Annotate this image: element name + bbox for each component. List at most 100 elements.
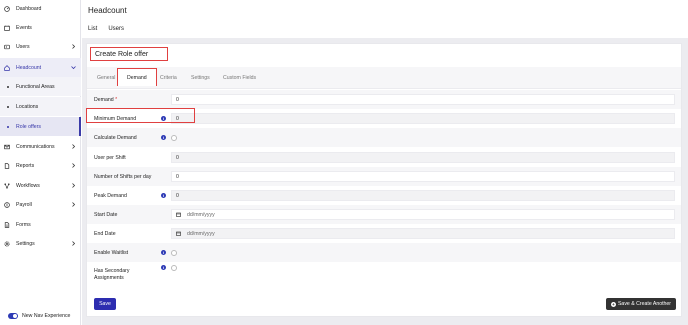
- enable-waitlist-label: Enable Waitlist: [94, 249, 129, 256]
- form-row-demand: Demand * 0: [87, 90, 681, 109]
- sidebar-item-label: Headcount: [16, 64, 42, 71]
- minimum-demand-highlight: [86, 108, 195, 123]
- new-nav-toggle-row: New Nav Experience: [8, 313, 70, 319]
- page-title: Headcount: [88, 6, 127, 15]
- start-date-input[interactable]: dd/mm/yyyy: [171, 209, 675, 220]
- sidebar-item-users[interactable]: Users: [0, 37, 81, 56]
- form-row-secondary-assignments: Has Secondary Assignments i: [87, 262, 681, 287]
- enable-waitlist-checkbox[interactable]: [171, 249, 177, 256]
- sidebar-item-label: Settings: [16, 240, 35, 247]
- sidebar-subitem-functional-areas[interactable]: Functional Areas: [0, 77, 81, 96]
- chevron-right-icon: [70, 183, 76, 189]
- start-date-label: Start Date: [94, 211, 118, 218]
- document-icon: [4, 162, 10, 169]
- required-marker: *: [115, 96, 118, 103]
- sidebar-item-settings[interactable]: Settings: [0, 234, 81, 253]
- user-per-shift-input[interactable]: 0: [171, 152, 675, 163]
- new-nav-toggle-label: New Nav Experience: [22, 313, 71, 319]
- sidebar-item-label: Dashboard: [16, 5, 42, 12]
- shifts-per-day-input[interactable]: 0: [171, 171, 675, 182]
- main-content: Headcount List Users Create Role offer G…: [82, 0, 688, 325]
- save-button[interactable]: Save: [94, 298, 116, 310]
- save-and-create-another-label: Save & Create Another: [617, 301, 672, 307]
- sidebar-item-headcount[interactable]: Headcount: [0, 58, 81, 77]
- calendar-icon: [176, 212, 181, 217]
- bullet-icon: [7, 85, 9, 88]
- form-row-peak-demand: Peak Demand i 0: [87, 186, 681, 205]
- info-icon[interactable]: i: [161, 193, 166, 198]
- plus-icon: +: [610, 301, 616, 307]
- peak-demand-input[interactable]: 0: [171, 190, 675, 201]
- sidebar-item-workflows[interactable]: Workflows: [0, 176, 81, 195]
- form-row-enable-waitlist: Enable Waitlist i: [87, 243, 681, 262]
- tab-settings[interactable]: Settings: [191, 75, 210, 81]
- sidebar-subitem-label: Functional Areas: [16, 83, 55, 90]
- end-date-input[interactable]: dd/mm/yyyy: [171, 228, 675, 239]
- chevron-right-icon: [70, 144, 76, 150]
- tab-criteria[interactable]: Criteria: [160, 75, 177, 81]
- sidebar-item-forms[interactable]: Forms: [0, 215, 81, 234]
- info-icon[interactable]: i: [161, 265, 166, 270]
- payroll-icon: [4, 201, 10, 208]
- sidebar-item-communications[interactable]: Communications: [0, 137, 81, 156]
- end-date-placeholder: dd/mm/yyyy: [187, 230, 215, 237]
- sidebar-item-label: Forms: [16, 221, 31, 228]
- secondary-assignments-checkbox[interactable]: [171, 265, 177, 271]
- gear-icon: [4, 240, 10, 247]
- users-icon: [4, 44, 10, 50]
- top-tabs: List Users: [88, 26, 124, 32]
- tab-list[interactable]: List: [88, 26, 97, 32]
- headcount-icon: [4, 64, 10, 71]
- chevron-right-icon: [70, 44, 76, 50]
- form-row-shifts-per-day: Number of Shifts per day 0: [87, 167, 681, 186]
- peak-demand-label: Peak Demand: [94, 192, 127, 199]
- new-nav-toggle[interactable]: [8, 313, 18, 319]
- demand-input[interactable]: 0: [171, 94, 675, 105]
- sidebar-subitem-role-offers[interactable]: Role offers: [0, 117, 81, 136]
- sidebar-item-label: Payroll: [16, 201, 32, 208]
- calculate-demand-label: Calculate Demand: [94, 134, 137, 141]
- role-offer-card: Create Role offer General Demand Criteri…: [86, 43, 682, 317]
- chevron-right-icon: [70, 241, 76, 247]
- sidebar-item-reports[interactable]: Reports: [0, 156, 81, 175]
- chevron-right-icon: [70, 202, 76, 208]
- form-icon: [4, 221, 10, 228]
- form-row-user-per-shift: User per Shift 0: [87, 148, 681, 167]
- bullet-icon: [7, 125, 9, 128]
- sidebar-item-payroll[interactable]: Payroll: [0, 195, 81, 214]
- dashboard-icon: [4, 5, 10, 12]
- info-icon[interactable]: i: [161, 135, 166, 140]
- user-per-shift-label: User per Shift: [94, 154, 126, 161]
- start-date-placeholder: dd/mm/yyyy: [187, 211, 215, 218]
- tab-general[interactable]: General: [97, 75, 115, 81]
- sidebar-subitem-label: Locations: [16, 103, 39, 110]
- bullet-icon: [7, 105, 9, 108]
- calendar-icon: [176, 231, 181, 236]
- form-row-calculate-demand: Calculate Demand i: [87, 128, 681, 147]
- minimum-demand-input[interactable]: 0: [171, 113, 675, 124]
- sidebar-item-events[interactable]: Events: [0, 18, 81, 37]
- tab-demand[interactable]: Demand: [127, 75, 147, 81]
- save-and-create-another-button[interactable]: + Save & Create Another: [606, 298, 676, 310]
- form-row-end-date: End Date dd/mm/yyyy: [87, 224, 681, 243]
- sidebar-subitem-label: Role offers: [16, 123, 41, 130]
- card-title: Create Role offer: [95, 51, 149, 58]
- tab-custom-fields[interactable]: Custom Fields: [223, 75, 256, 81]
- end-date-label: End Date: [94, 230, 116, 237]
- sidebar-item-dashboard[interactable]: Dashboard: [0, 0, 81, 18]
- form-row-start-date: Start Date dd/mm/yyyy: [87, 205, 681, 224]
- tab-users[interactable]: Users: [108, 26, 124, 32]
- info-icon[interactable]: i: [161, 250, 166, 255]
- sidebar-item-label: Communications: [16, 143, 55, 150]
- demand-label: Demand *: [94, 96, 118, 103]
- sidebar: Dashboard Events Users Headcount Functio…: [0, 0, 81, 325]
- workflow-icon: [4, 182, 10, 189]
- sidebar-item-label: Events: [16, 24, 32, 31]
- sidebar-subitem-locations[interactable]: Locations: [0, 97, 81, 116]
- mail-icon: [4, 144, 10, 150]
- sidebar-item-label: Reports: [16, 162, 35, 169]
- toggle-knob: [13, 314, 17, 318]
- calculate-demand-checkbox[interactable]: [171, 134, 177, 141]
- sidebar-item-label: Workflows: [16, 182, 40, 189]
- secondary-assignments-label: Has Secondary Assignments: [94, 267, 130, 281]
